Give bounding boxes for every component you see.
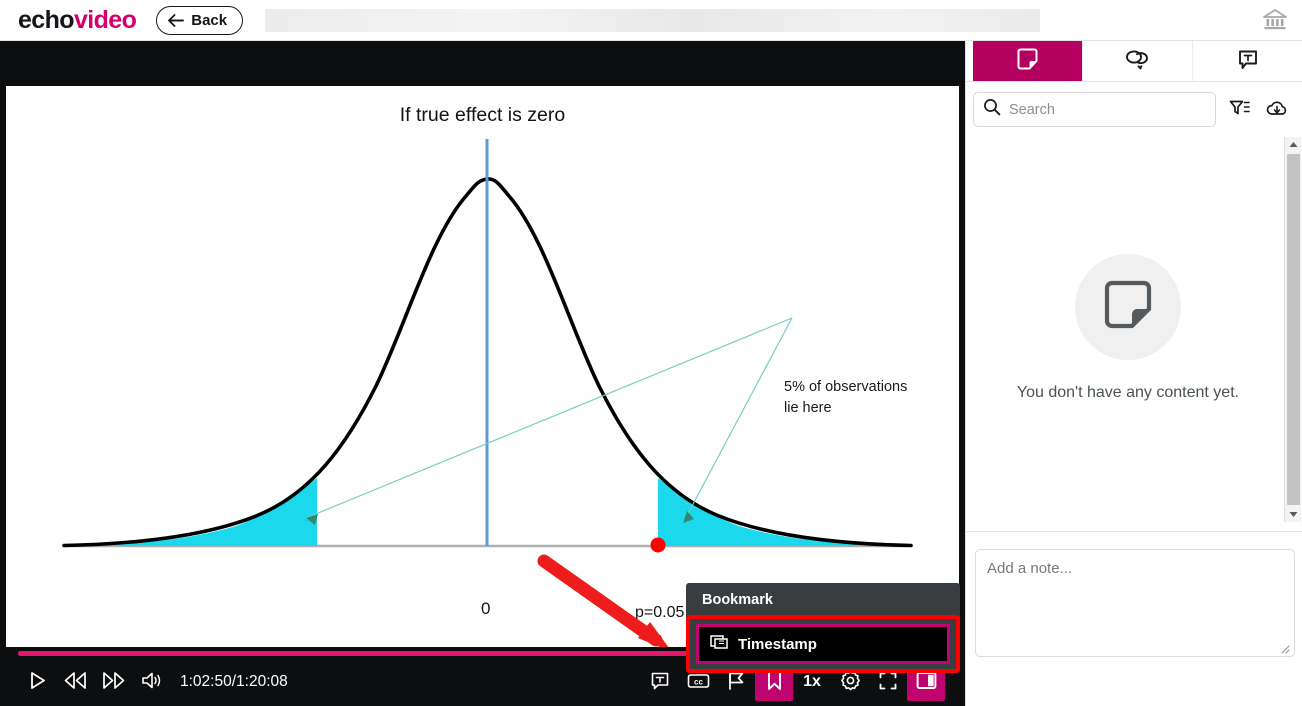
rewind-icon — [64, 671, 87, 693]
echovideo-logo: echovideo — [18, 5, 137, 34]
cc-icon: cc — [687, 672, 710, 693]
empty-state-message: You don't have any content yet. — [1016, 384, 1240, 401]
cloud-download-icon — [1266, 99, 1288, 121]
empty-state-icon-circle — [1075, 254, 1181, 360]
search-icon — [983, 98, 1001, 121]
notes-empty-state: You don't have any content yet. — [973, 137, 1283, 519]
panel-divider — [966, 531, 1302, 532]
logo-video-text: video — [73, 5, 137, 34]
filter-icon — [1229, 99, 1250, 120]
scrollbar-thumb[interactable] — [1287, 154, 1300, 505]
search-input[interactable] — [1009, 101, 1215, 118]
back-button[interactable]: Back — [156, 5, 244, 35]
volume-icon — [140, 671, 162, 693]
panel-scrollbar[interactable] — [1284, 137, 1301, 522]
note-icon — [1101, 278, 1155, 337]
annotation-5pct-observations: 5% of observations lie here — [784, 379, 908, 416]
note-icon — [1016, 48, 1039, 74]
transcript-button[interactable] — [641, 663, 679, 701]
flag-icon — [726, 671, 746, 694]
title-loading-placeholder — [265, 8, 1041, 32]
play-icon — [28, 671, 47, 693]
bookmark-icon — [766, 670, 783, 694]
logo-echo-text: echo — [18, 5, 75, 34]
panel-search-row — [966, 82, 1302, 137]
transcript-bubble-icon — [1237, 49, 1259, 74]
bookmark-popup: Bookmark Timestamp — [686, 583, 960, 673]
side-panel: You don't have any content yet. Add Note — [965, 41, 1302, 706]
institution-icon[interactable] — [1261, 7, 1289, 33]
video-stage[interactable]: If true effect is zero 5% of observation… — [0, 41, 965, 706]
back-button-label: Back — [191, 11, 228, 29]
svg-text:cc: cc — [694, 677, 703, 686]
add-note-textarea[interactable] — [975, 549, 1295, 657]
gear-icon — [840, 670, 861, 694]
arrow-left-icon — [167, 13, 185, 28]
panel-tabs — [966, 41, 1302, 82]
sidebar-toggle-icon — [916, 671, 937, 693]
tab-notes[interactable] — [973, 41, 1083, 81]
video-progress-fill — [18, 651, 748, 656]
x-axis-tick-zero: 0 — [481, 599, 491, 618]
p-value-label: p=0.05 — [635, 604, 685, 621]
forward-icon — [102, 671, 125, 693]
tab-discussions[interactable] — [1083, 41, 1193, 81]
echovideo-player-page: echovideo Back If true effect is zero 5%… — [0, 0, 1302, 706]
play-button[interactable] — [18, 663, 56, 701]
video-time-display: 1:02:50/1:20:08 — [180, 673, 288, 690]
volume-button[interactable] — [132, 663, 170, 701]
rewind-button[interactable] — [56, 663, 94, 701]
scroll-down-arrow[interactable] — [1285, 507, 1301, 522]
textarea-resize-handle[interactable] — [1279, 641, 1290, 659]
bookmark-popup-title: Bookmark — [702, 592, 773, 608]
playback-speed-label: 1x — [803, 673, 821, 690]
fullscreen-icon — [878, 671, 898, 694]
tab-transcript[interactable] — [1193, 41, 1302, 81]
app-header: echovideo Back — [0, 0, 1302, 41]
discussion-icon — [1125, 49, 1150, 74]
download-button[interactable] — [1262, 95, 1292, 125]
filter-button[interactable] — [1224, 95, 1254, 125]
annotation-highlight-box — [686, 615, 960, 673]
scroll-up-arrow[interactable] — [1285, 137, 1301, 152]
lecture-slide: If true effect is zero 5% of observation… — [6, 86, 959, 669]
transcript-icon — [650, 671, 670, 694]
search-box[interactable] — [973, 92, 1216, 127]
forward-button[interactable] — [94, 663, 132, 701]
